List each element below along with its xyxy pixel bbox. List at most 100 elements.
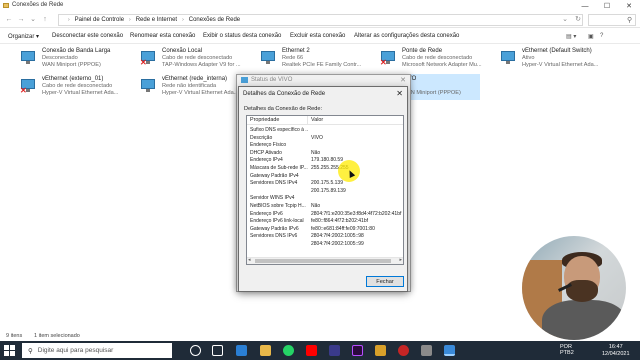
row-value: Não: [311, 203, 321, 209]
view-options-icon[interactable]: ▤ ▾: [566, 33, 576, 40]
connection-status: Cabo de rede desconectado: [42, 83, 113, 89]
details-row[interactable]: Endereço IPv6 2804:7f1:e200:35e3:f8d4:4f7…: [247, 211, 403, 219]
task-view-icon[interactable]: [212, 345, 223, 356]
connection-status: Rede 66: [282, 55, 304, 61]
up-arrow-icon[interactable]: ↑: [40, 15, 50, 25]
close-button[interactable]: Fechar: [366, 276, 404, 287]
details-list[interactable]: Propriedade Valor Sufixo DNS específico …: [246, 115, 404, 265]
recent-chevron-icon[interactable]: ⌄: [28, 15, 38, 25]
row-value: VIVO: [311, 134, 323, 141]
details-row[interactable]: Descrição VIVO: [247, 135, 403, 143]
windows-start-icon[interactable]: [4, 345, 15, 356]
breadcrumb-network-internet[interactable]: Rede e Internet: [136, 17, 177, 23]
search-input[interactable]: ⚲: [588, 14, 636, 26]
details-row[interactable]: Endereço IPv4 179.180.80.59: [247, 157, 403, 165]
row-value: 2804:7f4:2002:1005::98: [311, 233, 364, 240]
rename-connection-button[interactable]: Renomear esta conexão: [130, 33, 195, 39]
network-adapter-icon: [500, 50, 516, 66]
row-key: Endereço Físico: [250, 142, 287, 149]
refresh-icon[interactable]: ↻: [573, 15, 583, 25]
column-header-value[interactable]: Valor: [311, 117, 323, 123]
status-close-icon[interactable]: ✕: [400, 76, 406, 84]
details-row[interactable]: Sufixo DNS específico à ...: [247, 127, 403, 135]
details-row[interactable]: 200.175.89.139: [247, 188, 403, 196]
clock-date: 12/04/2021: [602, 350, 630, 357]
details-row[interactable]: Máscara de Sub-rede IP... 255.255.255.255: [247, 165, 403, 173]
connection-item[interactable]: Ethernet 2 Rede 66 Realtek PCIe FE Famil…: [260, 48, 380, 72]
column-divider[interactable]: [307, 116, 308, 125]
row-value: 179.180.80.59: [311, 157, 343, 164]
back-arrow-icon[interactable]: ←: [4, 15, 14, 25]
settings-gear-icon[interactable]: [421, 345, 432, 356]
app-icon[interactable]: [329, 345, 340, 356]
view-status-button[interactable]: Exibir o status desta conexão: [203, 33, 281, 39]
details-row[interactable]: Servidor WINS IPv4: [247, 195, 403, 203]
search-icon: ⚲: [627, 17, 633, 24]
connection-item[interactable]: ✕ Conexão Local Cabo de rede desconectad…: [140, 48, 260, 72]
taskbar-search-input[interactable]: ⚲ Digite aqui para pesquisar: [22, 343, 172, 358]
row-value: 2804:7f4:2002:1005::99: [311, 241, 364, 247]
scroll-right-icon[interactable]: ▸: [399, 257, 402, 263]
record-icon[interactable]: [398, 345, 409, 356]
connection-device: Hyper-V Virtual Ethernet Ada...: [162, 90, 239, 96]
column-header-property[interactable]: Propriedade: [250, 117, 279, 123]
taskbar-search-placeholder: Digite aqui para pesquisar: [37, 347, 114, 354]
organize-button[interactable]: Organizar ▾: [8, 33, 39, 40]
scroll-left-icon[interactable]: ◂: [248, 257, 251, 263]
system-clock[interactable]: 16:47 12/04/2021: [602, 344, 630, 357]
breadcrumb-control-panel[interactable]: Painel de Controle: [75, 17, 124, 23]
row-key: Gateway Padrão IPv6: [250, 225, 299, 232]
connection-name: Conexão Local: [162, 48, 203, 54]
details-row[interactable]: 2804:7f4:2002:1005::99: [247, 241, 403, 249]
details-row[interactable]: Endereço IPv6 link-local fe80::f864:4f72:…: [247, 218, 403, 226]
window-title: Conexões de Rede: [12, 2, 64, 8]
details-close-icon[interactable]: ✕: [396, 89, 403, 98]
disconnected-x-icon: ✕: [140, 58, 147, 67]
details-row[interactable]: Gateway Padrão IPv4: [247, 173, 403, 181]
details-row[interactable]: NetBIOS sobre Tcpip H... Não: [247, 203, 403, 211]
youtube-icon[interactable]: [306, 345, 317, 356]
address-dropdown-icon[interactable]: ⌄: [560, 15, 570, 25]
edge-browser-icon[interactable]: [236, 345, 247, 356]
app-icon[interactable]: [375, 345, 386, 356]
connection-item[interactable]: vEthernet (Default Switch) Ativo Hyper-V…: [500, 48, 620, 72]
language-indicator[interactable]: POR PTB2: [560, 344, 574, 356]
breadcrumb-separator-icon: ›: [182, 17, 184, 23]
connection-item[interactable]: Conexão de Banda Larga Desconectado WAN …: [20, 48, 140, 72]
maximize-button[interactable]: ☐: [596, 0, 618, 12]
help-icon[interactable]: ?: [600, 33, 603, 39]
connection-status: Ativo: [522, 55, 535, 61]
command-bar: Organizar ▾ Desconectar este conexão Ren…: [0, 30, 640, 44]
breadcrumb-network-connections[interactable]: Conexões de Rede: [189, 17, 240, 23]
whatsapp-icon[interactable]: [283, 345, 294, 356]
row-value: 2804:7f1:e200:35e3:f8d4:4f72:b202:41bf: [311, 210, 402, 217]
details-row[interactable]: Servidores DNS IPv6 2804:7f4:2002:1005::9…: [247, 233, 403, 241]
network-connections-icon[interactable]: [444, 345, 455, 356]
details-dialog-title: Detalhes da Conexão de Rede: [243, 91, 326, 97]
details-row[interactable]: Servidores DNS IPv4 200.175.5.139: [247, 180, 403, 188]
change-settings-button[interactable]: Alterar as configurações desta conexão: [354, 33, 459, 39]
horizontal-scrollbar[interactable]: ◂ ▸: [247, 257, 403, 264]
close-window-button[interactable]: ✕: [618, 0, 640, 12]
disable-connection-button[interactable]: Desconectar este conexão: [52, 33, 123, 39]
row-key: Servidores DNS IPv6: [250, 233, 298, 240]
cortana-icon[interactable]: [190, 345, 201, 356]
connection-item[interactable]: ✕ vEthernet (externo_01) Cabo de rede de…: [20, 76, 140, 100]
search-icon: ⚲: [28, 347, 33, 355]
forward-arrow-icon[interactable]: →: [16, 15, 26, 25]
minimize-button[interactable]: —: [574, 0, 596, 12]
connection-item[interactable]: ✕ Ponte de Rede Cabo de rede desconectad…: [380, 48, 500, 72]
address-bar[interactable]: › Painel de Controle › Rede e Internet ›…: [58, 14, 583, 26]
preview-pane-icon[interactable]: ▣: [588, 33, 594, 40]
connection-name: vEthernet (rede_interna): [162, 76, 228, 82]
network-icon: [241, 77, 248, 83]
details-row[interactable]: DHCP Ativado Não: [247, 150, 403, 158]
details-row[interactable]: Endereço Físico: [247, 142, 403, 150]
details-group-label: Detalhes da Conexão de Rede:: [244, 106, 323, 112]
scrollbar-thumb[interactable]: [255, 259, 391, 263]
delete-connection-button[interactable]: Excluir esta conexão: [290, 33, 345, 39]
connection-name: Ethernet 2: [282, 48, 310, 54]
premiere-icon[interactable]: [352, 345, 363, 356]
file-explorer-icon[interactable]: [260, 345, 271, 356]
details-row[interactable]: Gateway Padrão IPv6 fe80::e681:84ff:fe09:…: [247, 226, 403, 234]
